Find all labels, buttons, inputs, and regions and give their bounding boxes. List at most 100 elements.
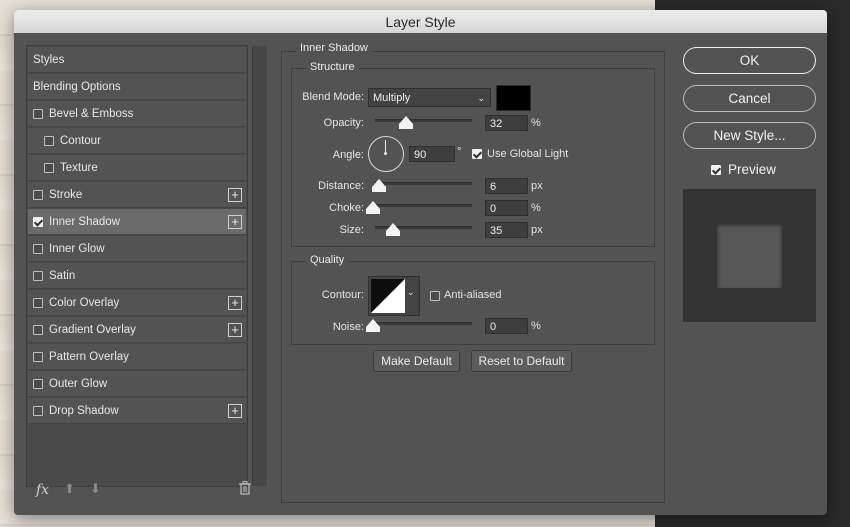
preview-checkbox[interactable]	[711, 165, 721, 175]
sidebar-item-label: Drop Shadow	[49, 404, 119, 417]
inner-shadow-title: Inner Shadow	[296, 42, 372, 54]
sidebar-item-texture[interactable]: Texture	[28, 155, 246, 181]
preview-thumbnail	[683, 189, 816, 322]
opacity-slider-thumb[interactable]	[399, 116, 413, 132]
sidebar-item-blending-options[interactable]: Blending Options	[28, 74, 246, 100]
angle-input[interactable]: 90	[409, 146, 455, 162]
sidebar-item-inner-glow[interactable]: Inner Glow	[28, 236, 246, 262]
sidebar-item-bevel-emboss[interactable]: Bevel & Emboss	[28, 101, 246, 127]
sidebar-item-label: Styles	[33, 53, 65, 66]
sidebar-item-inner-shadow[interactable]: Inner Shadow +	[28, 209, 246, 235]
sidebar-item-label: Satin	[49, 269, 76, 282]
list-bottom-toolbar: fx ⬆ ⬇	[34, 481, 252, 501]
contour-chevron-icon: ⌄	[407, 287, 415, 297]
global-light-checkbox[interactable]	[472, 149, 482, 159]
blend-mode-value: Multiply	[373, 92, 411, 104]
sidebar-item-label: Inner Glow	[49, 242, 105, 255]
sidebar-item-checkbox[interactable]	[44, 135, 54, 146]
sidebar-item-stroke[interactable]: Stroke +	[28, 182, 246, 208]
distance-slider-thumb[interactable]	[372, 179, 386, 195]
add-effect-plus-icon[interactable]: +	[228, 187, 242, 202]
add-effect-plus-icon[interactable]: +	[228, 295, 242, 310]
distance-slider-track[interactable]	[375, 182, 472, 185]
choke-slider-track[interactable]	[375, 204, 472, 207]
preview-label: Preview	[728, 162, 777, 177]
angle-dial[interactable]	[368, 136, 404, 172]
choke-slider-thumb[interactable]	[366, 201, 380, 217]
opacity-unit: %	[531, 117, 541, 129]
distance-input[interactable]: 6	[485, 178, 528, 194]
sidebar-item-gradient-overlay[interactable]: Gradient Overlay +	[28, 317, 246, 343]
new-style-button[interactable]: New Style...	[683, 122, 816, 149]
quality-title: Quality	[306, 254, 349, 266]
make-default-button[interactable]: Make Default	[373, 350, 460, 372]
choke-unit: %	[531, 202, 541, 214]
sidebar-item-label: Pattern Overlay	[49, 350, 129, 363]
contour-picker[interactable]: ⌄	[368, 276, 420, 316]
sidebar-item-label: Texture	[60, 161, 98, 174]
arrow-up-icon[interactable]: ⬆	[64, 481, 75, 497]
antialiased-label: Anti-aliased	[444, 289, 502, 301]
sidebar-item-checkbox[interactable]	[44, 162, 54, 173]
blend-mode-label: Blend Mode:	[302, 91, 364, 103]
sidebar-item-label: Stroke	[49, 188, 83, 201]
noise-unit: %	[531, 320, 541, 332]
chevron-down-icon: ⌄	[477, 93, 485, 103]
sidebar-item-outer-glow[interactable]: Outer Glow	[28, 371, 246, 397]
sidebar-item-checkbox[interactable]	[33, 378, 43, 389]
list-scrollbar[interactable]	[252, 46, 267, 486]
noise-label: Noise:	[332, 321, 364, 333]
noise-slider-thumb[interactable]	[366, 319, 380, 335]
add-effect-plus-icon[interactable]: +	[228, 322, 242, 337]
size-slider-thumb[interactable]	[386, 223, 400, 239]
arrow-down-icon[interactable]: ⬇	[90, 481, 101, 497]
noise-input[interactable]: 0	[485, 318, 528, 334]
sidebar-item-contour[interactable]: Contour	[28, 128, 246, 154]
add-effect-plus-icon[interactable]: +	[228, 214, 242, 229]
sidebar-item-checkbox[interactable]	[33, 243, 43, 254]
sidebar-item-label: Bevel & Emboss	[49, 107, 134, 120]
sidebar-item-color-overlay[interactable]: Color Overlay +	[28, 290, 246, 316]
sidebar-item-checkbox[interactable]	[33, 351, 43, 362]
opacity-input[interactable]: 32	[485, 115, 528, 131]
opacity-slider-track[interactable]	[375, 119, 472, 122]
sidebar-item-styles[interactable]: Styles	[28, 47, 246, 73]
preview-swatch	[717, 223, 782, 288]
size-input[interactable]: 35	[485, 222, 528, 238]
antialiased-checkbox[interactable]	[430, 291, 440, 301]
sidebar-item-label: Outer Glow	[49, 377, 108, 390]
distance-label: Distance:	[318, 180, 364, 192]
styles-list: Styles Blending Options Bevel & Emboss Cont…	[26, 45, 267, 487]
trash-icon[interactable]	[239, 481, 251, 498]
cancel-button[interactable]: Cancel	[683, 85, 816, 112]
sidebar-item-label: Contour	[60, 134, 101, 147]
global-light-label: Use Global Light	[487, 148, 569, 160]
sidebar-item-label: Blending Options	[33, 80, 121, 93]
add-effect-plus-icon[interactable]: +	[228, 403, 242, 418]
sidebar-item-drop-shadow[interactable]: Drop Shadow +	[28, 398, 246, 424]
angle-label: Angle:	[332, 149, 364, 161]
sidebar-item-checkbox[interactable]	[33, 216, 43, 227]
sidebar-item-checkbox[interactable]	[33, 324, 43, 335]
sidebar-item-checkbox[interactable]	[33, 270, 43, 281]
reset-default-button[interactable]: Reset to Default	[471, 350, 572, 372]
sidebar-item-satin[interactable]: Satin	[28, 263, 246, 289]
sidebar-item-checkbox[interactable]	[33, 297, 43, 308]
sidebar-item-checkbox[interactable]	[33, 405, 43, 416]
ok-button[interactable]: OK	[683, 47, 816, 74]
layer-style-dialog: Layer Style Styles Blending Options Bevel …	[14, 10, 827, 515]
distance-unit: px	[531, 180, 543, 192]
shadow-color-swatch[interactable]	[496, 85, 531, 111]
choke-input[interactable]: 0	[485, 200, 528, 216]
angle-unit: °	[457, 146, 462, 158]
noise-slider-track[interactable]	[375, 322, 472, 325]
contour-label: Contour:	[321, 289, 364, 301]
sidebar-item-pattern-overlay[interactable]: Pattern Overlay	[28, 344, 246, 370]
sidebar-item-checkbox[interactable]	[33, 189, 43, 200]
contour-preview-icon	[371, 279, 405, 313]
sidebar-item-label: Inner Shadow	[49, 215, 120, 228]
blend-mode-select[interactable]: Multiply ⌄	[368, 88, 491, 107]
sidebar-item-checkbox[interactable]	[33, 108, 43, 119]
fx-icon[interactable]: fx	[36, 482, 49, 498]
title-bar: Layer Style	[14, 10, 827, 33]
